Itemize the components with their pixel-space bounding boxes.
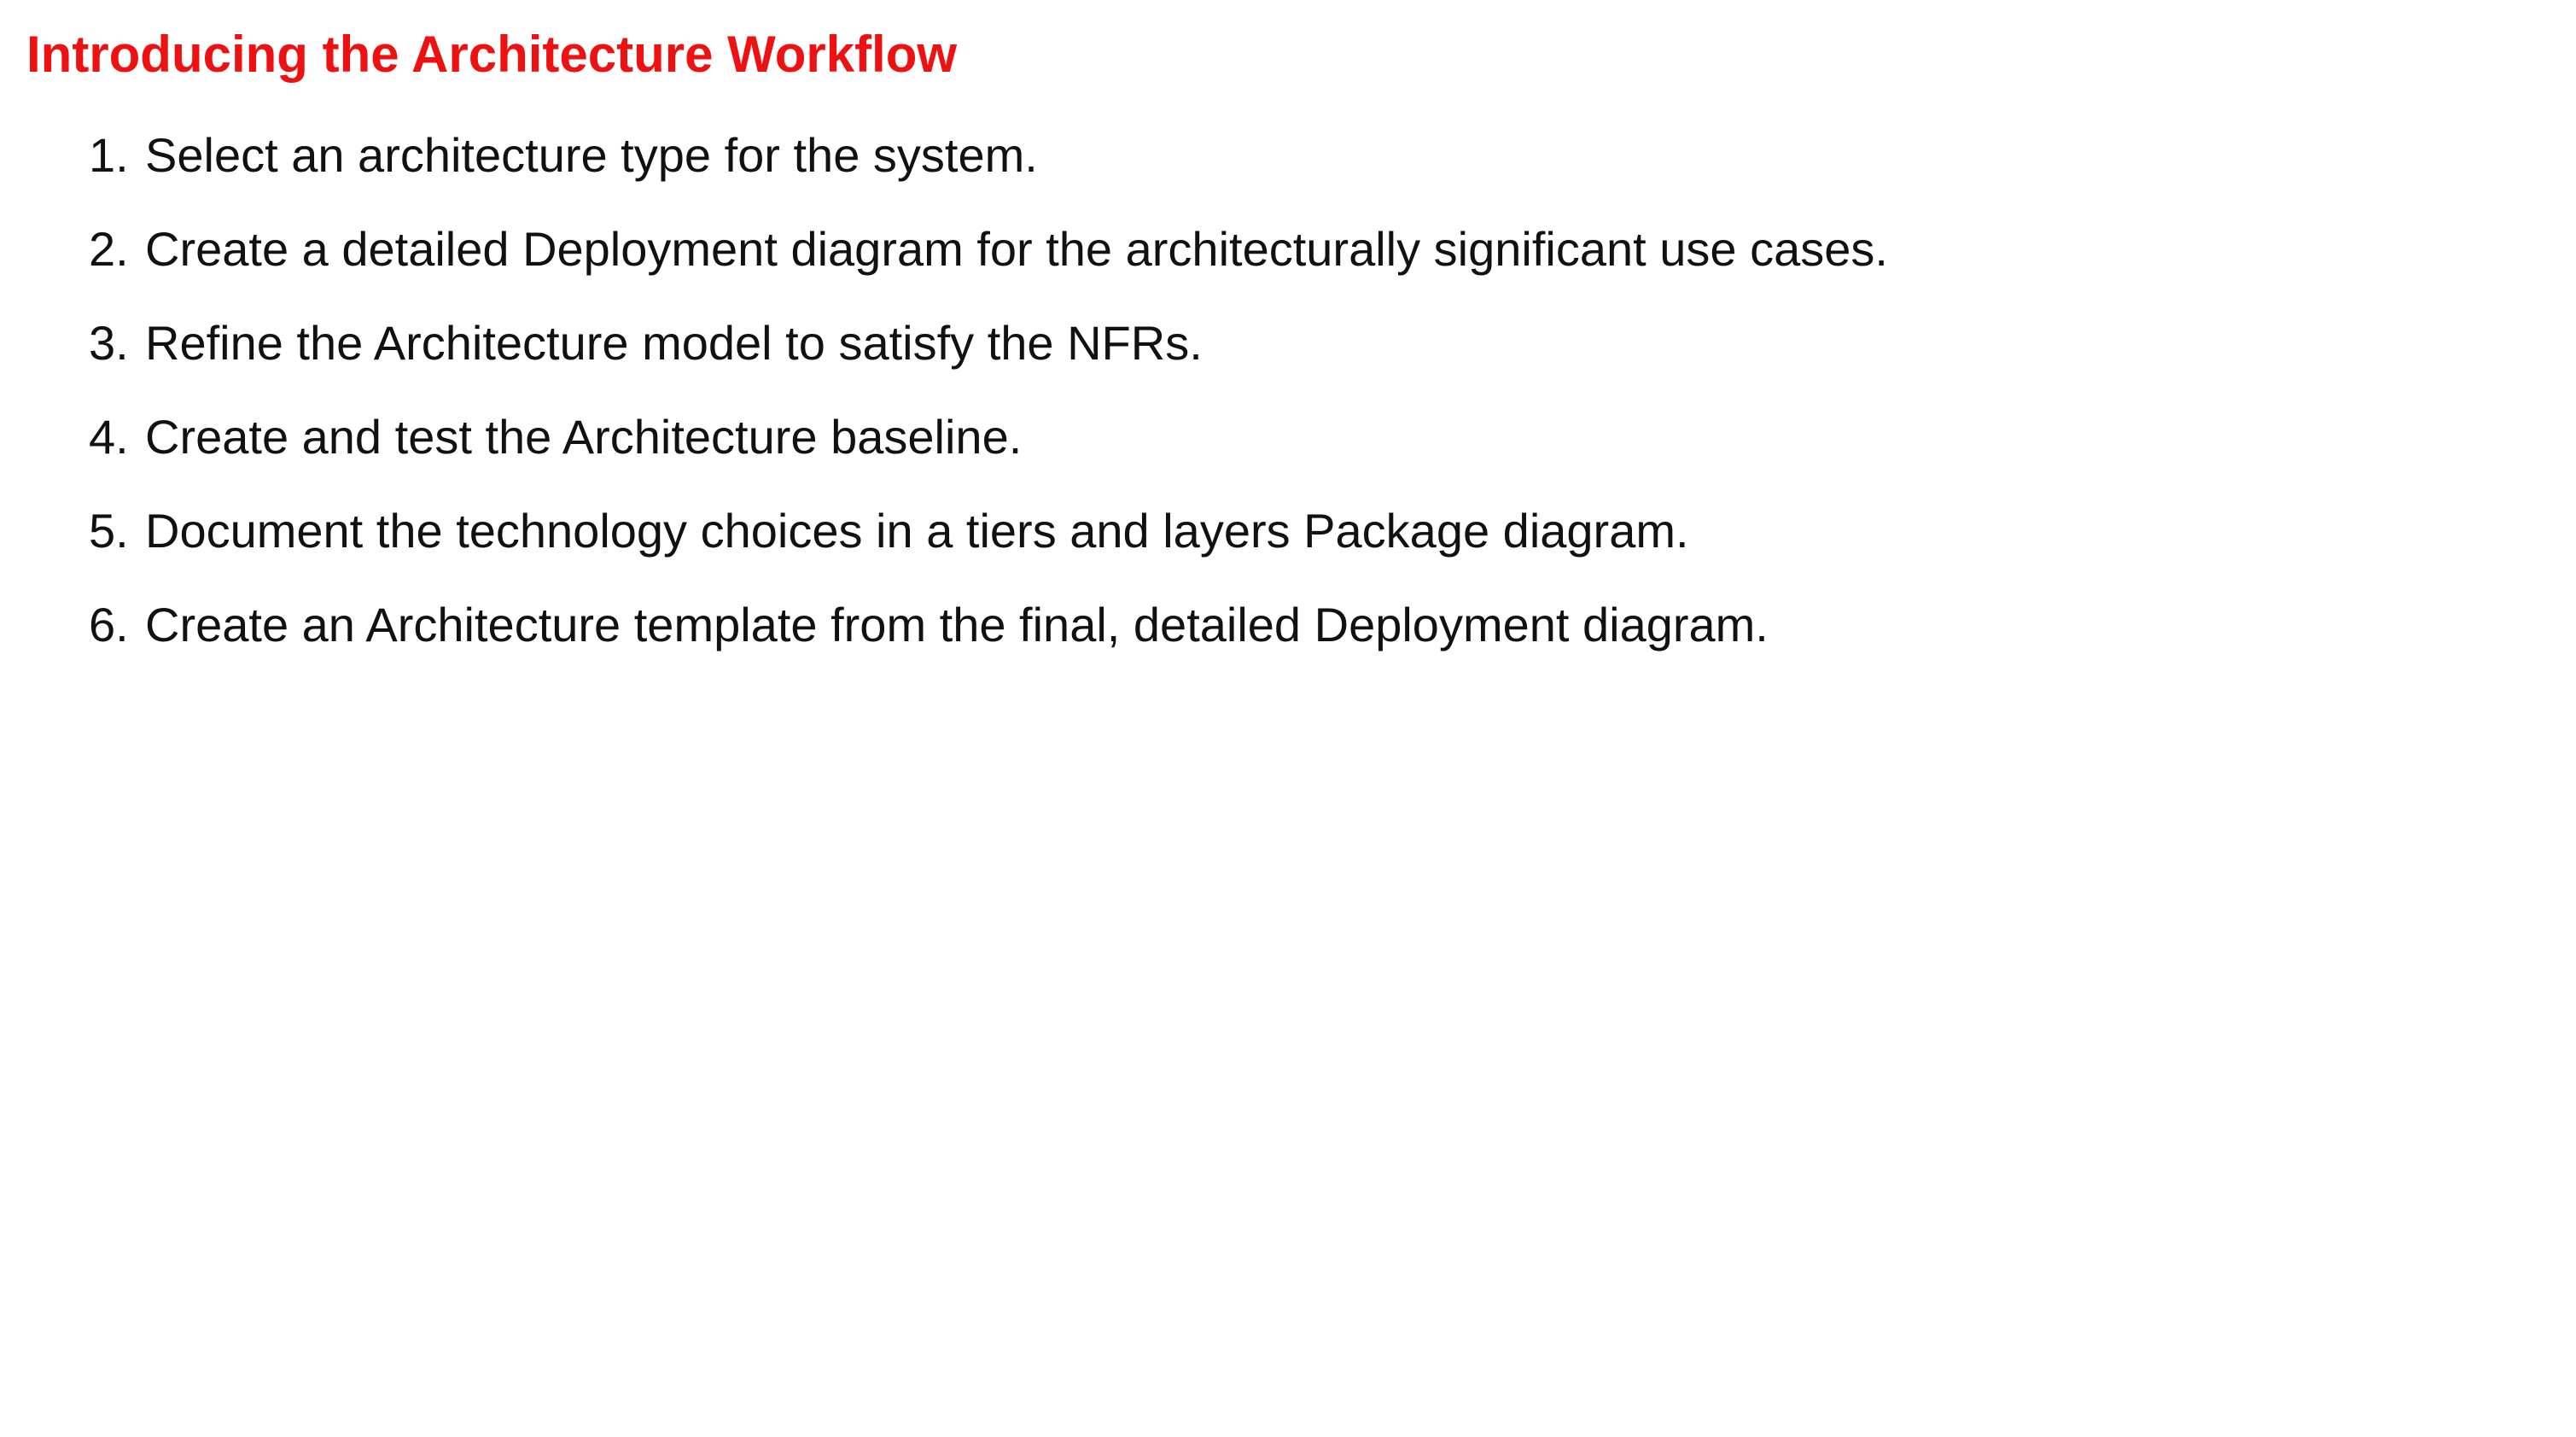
list-item: 6. Create an Architecture template from t… xyxy=(89,591,1888,685)
step-number: 4. xyxy=(89,410,129,464)
step-number: 6. xyxy=(89,598,129,651)
step-text: Create an Architecture template from the… xyxy=(145,598,1769,651)
step-number: 3. xyxy=(89,316,129,370)
page-title: Introducing the Architecture Workflow xyxy=(26,26,958,83)
step-text: Create and test the Architecture baselin… xyxy=(145,410,1023,464)
step-text: Refine the Architecture model to satisfy… xyxy=(145,316,1203,370)
list-item: 5. Document the technology choices in a t… xyxy=(89,497,1888,591)
step-text: Create a detailed Deployment diagram for… xyxy=(145,222,1888,276)
step-number: 1. xyxy=(89,128,129,182)
step-number: 5. xyxy=(89,504,129,558)
step-text: Select an architecture type for the syst… xyxy=(145,128,1038,182)
list-item: 4. Create and test the Architecture basel… xyxy=(89,403,1888,497)
workflow-steps-list: 1. Select an architecture type for the sy… xyxy=(89,121,1888,685)
list-item: 1. Select an architecture type for the sy… xyxy=(89,121,1888,215)
list-item: 2. Create a detailed Deployment diagram f… xyxy=(89,215,1888,309)
step-text: Document the technology choices in a tie… xyxy=(145,504,1689,558)
slide: Introducing the Architecture Workflow 1.… xyxy=(0,0,2576,1437)
step-number: 2. xyxy=(89,222,129,276)
list-item: 3. Refine the Architecture model to satis… xyxy=(89,309,1888,403)
